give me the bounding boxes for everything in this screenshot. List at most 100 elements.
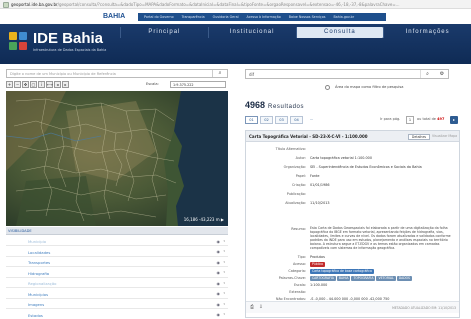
layer-name: Município [28, 239, 47, 244]
tag-badge[interactable]: VETORIAL [376, 276, 396, 281]
gov-link-6[interactable]: Bahia.gov.br [330, 15, 357, 19]
page-input[interactable]: 1 [406, 116, 414, 124]
main-nav: Principal Institucional Consulta Informa… [120, 27, 471, 38]
metadata-value: Público [310, 262, 326, 267]
gov-link-1[interactable]: Portal do Governo [141, 15, 177, 19]
print-icon[interactable]: ⎙ [249, 305, 255, 311]
bahia-logo[interactable]: BAHIA [103, 12, 133, 22]
nav-institucional[interactable]: Institucional [207, 27, 296, 38]
tag-badge[interactable]: TOPOGRAFIA [351, 276, 376, 281]
layer-expand-icon[interactable]: ▾ [223, 270, 225, 274]
resumo-label: Resumo: [291, 227, 306, 231]
page-button-1[interactable]: 01 [245, 116, 258, 124]
layers-header[interactable]: VISIBILIDADE [6, 227, 228, 235]
result-title[interactable]: Carta Topográfica Vetorial - SD-23-X-C-V… [249, 134, 368, 139]
visibility-eye-icon[interactable]: ◉ [217, 249, 221, 254]
catalog-search-input[interactable]: dif [245, 69, 449, 79]
visibility-eye-icon[interactable]: ◉ [217, 260, 221, 265]
layer-name: Imagens [28, 302, 45, 307]
layer-item[interactable]: Estados ◉ ▾ [6, 309, 228, 319]
metadata-key: Palavras-Chave: [278, 276, 306, 280]
filter-label: Área do mapa como filtro de pesquisa [335, 85, 404, 89]
gov-link-4[interactable]: Acesso à Informação [244, 15, 284, 19]
page-button-3[interactable]: 03 [275, 116, 288, 124]
government-links: Portal do Governo Transparência Ouvidoria … [138, 13, 386, 21]
visibility-eye-icon[interactable]: ◉ [217, 270, 221, 275]
layer-item[interactable]: Regionalização ◉ ▾ [6, 278, 228, 288]
gov-link-2[interactable]: Transparência [179, 15, 208, 19]
filter-radio[interactable] [325, 85, 330, 90]
map-canvas[interactable]: 16,186 -43,223 m ▶ [6, 91, 228, 226]
layer-item[interactable]: Municípios ◉ ▾ [6, 288, 228, 299]
layer-expand-icon[interactable]: ▾ [223, 260, 225, 264]
settings-gear-icon[interactable]: ⚙ [436, 70, 448, 78]
url-path: /geoportal/consulta/?consulta=&dadoTipo=… [57, 2, 400, 7]
map-coordinates: 16,186 -43,223 m ▶ [183, 217, 224, 222]
scale-input[interactable]: 1:9.375.222 [170, 81, 226, 88]
zoom-in-icon[interactable]: + [6, 81, 13, 88]
measure-icon[interactable]: ⟷ [46, 81, 53, 88]
zoom-box-icon[interactable]: ▢ [30, 81, 37, 88]
next-page-icon[interactable]: ▸ [450, 116, 458, 124]
visibility-eye-icon[interactable]: ◉ [217, 302, 221, 307]
visibility-eye-icon[interactable]: ◉ [217, 312, 221, 317]
tag-badge[interactable]: CARTOGRAFIA [310, 276, 336, 281]
layer-item[interactable]: Localidades ◉ ▾ [6, 246, 228, 257]
page-total-value: 497 [437, 117, 445, 121]
visibility-eye-icon[interactable]: ◉ [217, 291, 221, 296]
results-label: Resultados [268, 104, 305, 110]
zoom-out-icon[interactable]: − [14, 81, 21, 88]
layer-expand-icon[interactable]: ▾ [223, 302, 225, 306]
nav-principal[interactable]: Principal [120, 27, 208, 38]
pagination: 01 02 03 04 ... Ir para pág. 1 ou total … [245, 116, 460, 125]
map-area-filter[interactable]: Área do mapa como filtro de pesquisa [325, 84, 455, 92]
page-button-4[interactable]: 04 [290, 116, 303, 124]
gov-link-3[interactable]: Ouvidoria Geral [210, 15, 242, 19]
metadata-key: Acesso: [293, 262, 306, 266]
pan-icon[interactable]: ✥ [22, 81, 29, 88]
page-ellipsis: ... [309, 117, 314, 121]
brand[interactable]: IDE Bahia Infraestrutura de Dados Espaci… [9, 30, 119, 60]
info-icon[interactable]: i [38, 81, 45, 88]
search-icon[interactable]: ⌕ [420, 70, 434, 78]
layer-item[interactable]: Imagens ◉ ▾ [6, 299, 228, 309]
url-domain: geoportal.ide.ba.gov.br [11, 2, 58, 7]
metadata-key: Categoria: [288, 269, 306, 273]
view-map-button[interactable]: Visualizar Mapa [432, 134, 457, 138]
satellite-map [6, 91, 228, 226]
layer-expand-icon[interactable]: ▾ [223, 281, 225, 285]
visibility-eye-icon[interactable]: ◉ [217, 239, 221, 244]
page-button-2[interactable]: 02 [260, 116, 273, 124]
layer-expand-icon[interactable]: ▾ [223, 249, 225, 253]
layer-item[interactable]: Transportes ◉ ▾ [6, 257, 228, 267]
page-total: ou total de 497 [417, 117, 444, 121]
layer-expand-icon[interactable]: ▾ [223, 291, 225, 295]
metadata-value: Carta topográfica vetorial 1:100.000 [310, 156, 372, 160]
tag-badge[interactable]: DADOS [396, 276, 413, 281]
browser-address-bar[interactable]: geoportal.ide.ba.gov.br/geoportal/consul… [0, 0, 471, 9]
url-text[interactable]: geoportal.ide.ba.gov.br/geoportal/consul… [11, 1, 470, 8]
metadata-key: Organização: [283, 165, 306, 169]
layer-expand-icon[interactable]: ▾ [223, 312, 225, 316]
layer-item[interactable]: Município ◉ ▾ [6, 236, 228, 246]
visibility-eye-icon[interactable]: ◉ [217, 281, 221, 286]
metadata-key: Tipo: [297, 255, 306, 259]
municipality-search-input[interactable]: Digite o nome de um Município ou Municíp… [6, 69, 228, 78]
nav-informacoes[interactable]: Informações [383, 27, 471, 38]
tag-badge[interactable]: Público [310, 262, 326, 267]
layer-item[interactable]: Hidrografia ◉ ▾ [6, 267, 228, 278]
tag-badge[interactable]: Carta topográfica de base cartográfica [310, 269, 374, 274]
next-extent-icon[interactable]: ▸ [62, 81, 69, 88]
site-title: IDE Bahia [33, 30, 104, 47]
details-button[interactable]: Detalhes [408, 133, 430, 140]
layer-name: Regionalização [28, 281, 57, 286]
metadata-key: Papel: [295, 174, 306, 178]
metadata-value: SEI - Superintendência de Estudos Econôm… [310, 165, 422, 169]
gov-link-5[interactable]: Baixe Nossos Serviços [286, 15, 329, 19]
nav-consulta[interactable]: Consulta [295, 27, 384, 38]
tag-badge[interactable]: BAHIA [336, 276, 351, 281]
search-icon[interactable]: ⌕ [212, 70, 227, 77]
layer-expand-icon[interactable]: ▾ [223, 239, 225, 243]
previous-extent-icon[interactable]: ◂ [54, 81, 61, 88]
download-icon[interactable]: ⇩ [258, 305, 264, 311]
